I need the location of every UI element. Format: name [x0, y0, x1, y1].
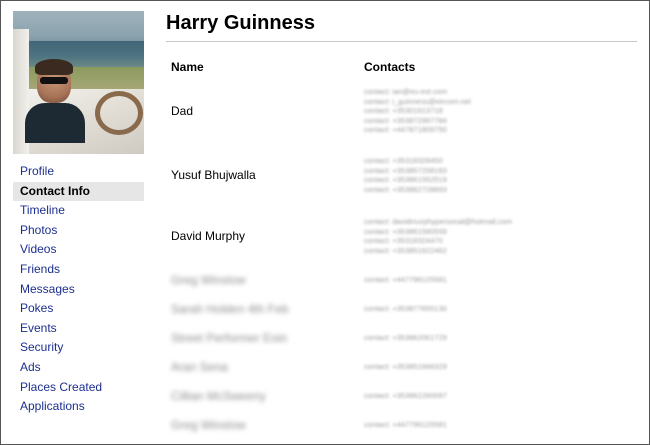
sidebar-item-profile[interactable]: Profile: [13, 162, 144, 182]
contact-name: Yusuf Bhujwalla: [171, 168, 256, 182]
contact-detail-line: contact: +35318324470: [364, 236, 443, 245]
column-header-contacts: Contacts: [364, 60, 416, 74]
sidebar: Profile Contact Info Timeline Photos Videos F…: [13, 11, 144, 417]
contact-name: Cillian McSweeny: [171, 388, 266, 403]
contact-detail-line: contact: +353857258183: [364, 165, 447, 175]
sidebar-item-security[interactable]: Security: [13, 338, 144, 358]
table-body: Dad contact: ian@eu-ext.com contact: i_gui…: [166, 79, 637, 439]
contacts-table: Name Contacts Dad contact: ian@eu-ext.com…: [166, 57, 637, 439]
contact-detail-line: contact: +353872997784: [364, 115, 447, 125]
table-header: Name Contacts: [166, 57, 637, 79]
contact-detail-line: contact: +447796125581: [364, 274, 447, 284]
sidebar-item-places-created[interactable]: Places Created: [13, 378, 144, 398]
contact-details: contact: +447796125581: [364, 275, 554, 285]
sidebar-item-ads[interactable]: Ads: [13, 358, 144, 378]
sidebar-item-timeline[interactable]: Timeline: [13, 201, 144, 221]
table-row: Greg Winslow contact: +447796125581: [166, 410, 637, 439]
contact-name: Dad: [171, 104, 194, 118]
contact-name: Greg Winslow: [171, 417, 246, 432]
app-window: Profile Contact Info Timeline Photos Videos F…: [0, 0, 650, 445]
contact-detail-line: contact: +35301613718: [364, 106, 443, 116]
contact-detail-line: contact: +353851666329: [364, 361, 447, 371]
table-row: Cillian McSweeny contact: +353862260097: [166, 381, 637, 410]
contact-detail-line: contact: i_guinness@eircom.net: [364, 96, 471, 106]
contact-details: contact: +35318328450 contact: +353857258…: [364, 156, 554, 194]
profile-photo[interactable]: [13, 11, 144, 154]
table-row: David Murphy contact: davidmurphypersonal…: [166, 207, 637, 265]
sidebar-item-events[interactable]: Events: [13, 319, 144, 339]
contact-details: contact: +447796125581: [364, 420, 554, 430]
table-row: Aran Sena contact: +353851666329: [166, 352, 637, 381]
contact-name: David Murphy: [171, 229, 246, 243]
contact-name: Street Performer Eoin: [171, 330, 288, 345]
contact-name: Sarah Holden 4th Feb: [171, 301, 289, 316]
contact-name: Greg Winslow: [171, 272, 246, 287]
sidebar-item-videos[interactable]: Videos: [13, 240, 144, 260]
sidebar-item-pokes[interactable]: Pokes: [13, 299, 144, 319]
contact-detail-line: contact: +353862260097: [364, 390, 447, 400]
contact-details: contact: +353851666329: [364, 362, 554, 372]
sidebar-item-contact-info[interactable]: Contact Info: [13, 181, 144, 202]
contact-details: contact: +353862260097: [364, 391, 554, 401]
contact-name: Aran Sena: [171, 359, 228, 374]
contact-detail-line: contact: +353862061729: [364, 332, 447, 342]
title-divider: [166, 41, 637, 42]
table-row: Greg Winslow contact: +447796125581: [166, 265, 637, 294]
contact-detail-line: contact: +353861552519: [364, 175, 447, 184]
sidebar-item-messages[interactable]: Messages: [13, 280, 144, 300]
table-row: Sarah Holden 4th Feb contact: +3538776551…: [166, 294, 637, 323]
contact-details: contact: +353877655130: [364, 304, 554, 314]
contact-detail-line: contact: +353851622462: [364, 245, 447, 255]
table-row: Yusuf Bhujwalla contact: +35318328450 cont…: [166, 143, 637, 207]
contact-details: contact: davidmurphypersonal@hotmail.com…: [364, 217, 554, 255]
contact-details: contact: +353862061729: [364, 333, 554, 343]
page-title: Harry Guinness: [166, 12, 315, 34]
sidebar-item-photos[interactable]: Photos: [13, 221, 144, 241]
contact-detail-line: contact: +353862728893: [364, 184, 447, 194]
contact-detail-line: contact: ian@eu-ext.com: [364, 87, 448, 97]
contact-detail-line: contact: davidmurphypersonal@hotmail.com: [364, 217, 513, 226]
contact-detail-line: contact: +447871809750: [364, 125, 447, 135]
sidebar-nav: Profile Contact Info Timeline Photos Videos F…: [13, 162, 144, 417]
sidebar-item-friends[interactable]: Friends: [13, 260, 144, 280]
main-content: Harry Guinness Name Contacts Dad contact:…: [166, 9, 637, 432]
table-row: Dad contact: ian@eu-ext.com contact: i_gui…: [166, 79, 637, 143]
column-header-name: Name: [171, 60, 204, 74]
contact-detail-line: contact: +447796125581: [364, 419, 447, 429]
table-row: Street Performer Eoin contact: +353862061…: [166, 323, 637, 352]
contact-details: contact: ian@eu-ext.com contact: i_guinne…: [364, 87, 554, 135]
contact-detail-line: contact: +353877655130: [364, 303, 447, 313]
contact-detail-line: contact: +35318328450: [364, 156, 443, 165]
contact-detail-line: contact: +353861580559: [364, 226, 447, 236]
sidebar-item-applications[interactable]: Applications: [13, 397, 144, 417]
